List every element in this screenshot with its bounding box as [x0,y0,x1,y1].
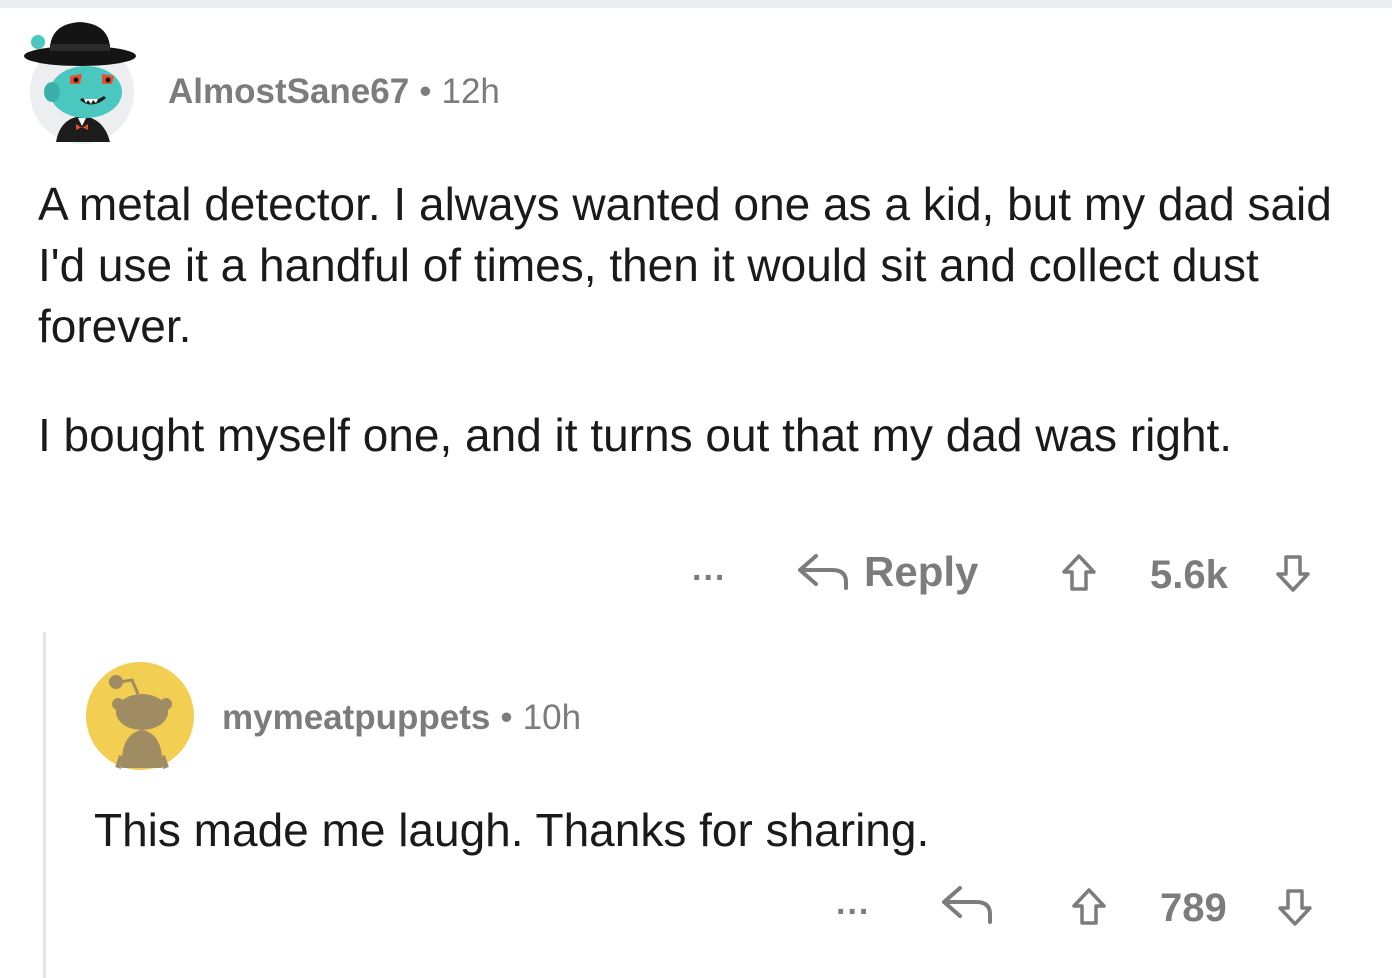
upvote-arrow-icon[interactable] [1060,552,1098,594]
more-options-button[interactable]: ... [836,884,870,923]
upvote-arrow-icon[interactable] [1070,886,1108,928]
thread-line[interactable] [43,632,46,978]
reply-label: Reply [864,548,979,595]
timestamp: 10h [522,698,582,737]
snoo-avatar-fedora-icon [24,22,136,144]
comment-body-paragraph: I bought myself one, and it turns out th… [38,409,1233,461]
reply-arrow-icon [798,554,848,590]
downvote-arrow-icon[interactable] [1276,886,1314,928]
comment-meta: AlmostSane67 • 12h [168,72,500,112]
user-avatar[interactable] [84,660,196,772]
user-avatar[interactable] [20,14,144,148]
timestamp: 12h [441,72,500,111]
reply-arrow-icon[interactable] [940,884,994,926]
downvote-arrow-icon[interactable] [1274,552,1312,594]
comment-body-paragraph: This made me laugh. Thanks for sharing. [94,804,930,856]
reply-button[interactable]: Reply [796,548,978,596]
comment-body-paragraph: A metal detector. I always wanted one as… [38,178,1332,352]
username[interactable]: mymeatpuppets [222,698,490,737]
top-divider [0,0,1392,8]
default-snoo-avatar-icon [86,662,194,770]
username[interactable]: AlmostSane67 [168,72,409,111]
comment-meta: mymeatpuppets • 10h [222,698,581,738]
vote-score: 789 [1160,886,1227,930]
more-options-button[interactable]: ... [692,550,726,589]
vote-score: 5.6k [1150,553,1228,597]
meta-separator: • [419,72,432,111]
meta-separator: • [500,698,513,737]
